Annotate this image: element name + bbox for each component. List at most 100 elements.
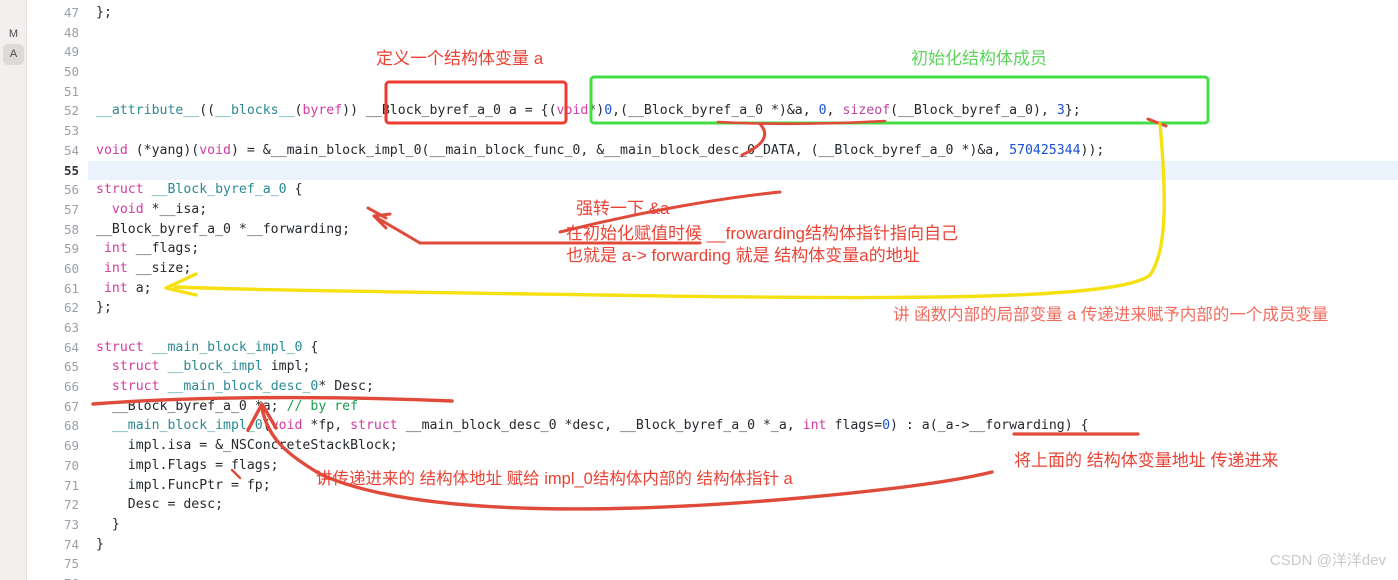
code-line[interactable]: __attribute__((__blocks__(byref)) __Bloc… <box>88 101 1398 121</box>
code-line[interactable] <box>88 82 1398 102</box>
line-number-gutter[interactable]: 47 48 49 50 51 52 53 54 55 56 57 58 59 60 61 62 63 64 65 66… <box>27 0 88 580</box>
line-number[interactable]: 69 <box>27 436 88 456</box>
code-line[interactable]: void *__isa; <box>88 200 1398 220</box>
line-number[interactable]: 61 <box>27 279 88 299</box>
line-number[interactable]: 70 <box>27 456 88 476</box>
code-line[interactable]: __main_block_impl_0(void *fp, struct __m… <box>88 416 1398 436</box>
line-number[interactable]: 48 <box>27 23 88 43</box>
line-number[interactable]: 59 <box>27 239 88 259</box>
code-content[interactable]: }; __attribute__((__blocks__(byref)) __B… <box>88 0 1398 580</box>
code-token: __blocks__ <box>215 103 295 119</box>
line-number[interactable]: 47 <box>27 3 88 23</box>
gutter-marker-a[interactable]: A <box>3 44 24 65</box>
marker-gutter: M A <box>0 0 27 580</box>
line-number[interactable]: 64 <box>27 338 88 358</box>
code-line[interactable] <box>88 42 1398 62</box>
line-number[interactable]: 52 <box>27 101 88 121</box>
screenshot-root: M A 47 48 49 50 51 52 53 54 55 56 57 58 59 60 61 62 63 64… <box>0 0 1398 580</box>
line-number[interactable]: 74 <box>27 535 88 555</box>
line-number[interactable]: 76 <box>27 574 88 580</box>
code-line[interactable]: } <box>88 515 1398 535</box>
code-line[interactable]: struct __block_impl impl; <box>88 357 1398 377</box>
code-token: void <box>270 418 303 434</box>
code-token: { <box>302 339 319 355</box>
line-number[interactable]: 49 <box>27 42 88 62</box>
code-token: }; <box>1064 103 1081 119</box>
code-token: int <box>103 280 128 296</box>
line-number[interactable]: 51 <box>27 82 88 102</box>
code-editor-pane[interactable]: 47 48 49 50 51 52 53 54 55 56 57 58 59 60 61 62 63 64 65 66… <box>27 0 1398 580</box>
line-number[interactable]: 71 <box>27 476 88 496</box>
code-token: __main_block_desc_0 *desc, __Block_byref… <box>397 418 803 434</box>
line-number[interactable]: 62 <box>27 298 88 318</box>
code-line[interactable] <box>88 554 1398 574</box>
code-line[interactable]: int __size; <box>88 259 1398 279</box>
code-token: __main_block_impl_0 <box>151 339 303 355</box>
line-number[interactable]: 67 <box>27 397 88 417</box>
code-line[interactable]: }; <box>88 298 1398 318</box>
code-line[interactable]: }; <box>88 3 1398 23</box>
code-token: flags= <box>826 418 883 434</box>
code-line[interactable] <box>88 121 1398 141</box>
code-line[interactable]: struct __main_block_impl_0 { <box>88 338 1398 358</box>
code-line[interactable] <box>88 574 1398 580</box>
code-token: { <box>286 182 303 198</box>
code-line[interactable]: int a; <box>88 279 1398 299</box>
code-line[interactable]: impl.FuncPtr = fp; <box>88 476 1398 496</box>
gutter-marker-m[interactable]: M <box>3 24 24 45</box>
code-token: impl; <box>262 359 311 375</box>
code-token: 570425344 <box>1009 142 1081 158</box>
code-token: 0 <box>604 103 613 119</box>
line-number[interactable]: 57 <box>27 200 88 220</box>
code-line[interactable]: } <box>88 535 1398 555</box>
code-token: byref <box>302 103 343 119</box>
line-number[interactable]: 60 <box>27 259 88 279</box>
code-line[interactable]: int __flags; <box>88 239 1398 259</box>
code-token: int <box>103 241 128 257</box>
code-line[interactable]: struct __Block_byref_a_0 { <box>88 180 1398 200</box>
code-token: impl.isa = &_NSConcreteStackBlock; <box>96 438 398 454</box>
code-line[interactable]: Desc = desc; <box>88 495 1398 515</box>
code-token: * Desc; <box>318 379 374 395</box>
code-token: struct <box>111 379 160 395</box>
code-token: __main_block_desc_0 <box>167 379 319 395</box>
line-number[interactable]: 68 <box>27 416 88 436</box>
line-number[interactable]: 75 <box>27 554 88 574</box>
code-token: (( <box>199 103 216 119</box>
code-line[interactable] <box>88 62 1398 82</box>
code-line[interactable]: void (*yang)(void) = &__main_block_impl_… <box>88 141 1398 161</box>
line-number[interactable]: 50 <box>27 62 88 82</box>
line-number[interactable]: 53 <box>27 121 88 141</box>
line-number[interactable]: 55 <box>27 161 88 181</box>
code-token: 0 <box>818 103 827 119</box>
line-number[interactable]: 54 <box>27 141 88 161</box>
code-line[interactable]: impl.Flags = flags; <box>88 456 1398 476</box>
code-line[interactable]: __Block_byref_a_0 *a; // by ref <box>88 397 1398 417</box>
code-line[interactable]: struct __main_block_desc_0* Desc; <box>88 377 1398 397</box>
code-token: )); <box>1080 142 1105 158</box>
line-number[interactable]: 56 <box>27 180 88 200</box>
code-line[interactable]: __Block_byref_a_0 *__forwarding; <box>88 220 1398 240</box>
line-number[interactable]: 63 <box>27 318 88 338</box>
code-token: } <box>96 536 104 552</box>
code-token: struct <box>111 359 160 375</box>
line-number[interactable]: 58 <box>27 220 88 240</box>
code-line[interactable] <box>88 160 1398 181</box>
line-number[interactable]: 72 <box>27 495 88 515</box>
code-token: void <box>199 142 231 158</box>
code-token: (__Block_byref_a_0), <box>890 103 1057 119</box>
line-number[interactable]: 66 <box>27 377 88 397</box>
code-line[interactable] <box>88 318 1398 338</box>
code-token: (*yang)( <box>127 142 200 158</box>
line-number[interactable]: 73 <box>27 515 88 535</box>
code-token: ,(__Block_byref_a_0 *)&a, <box>612 103 819 119</box>
code-token: )) __Block_byref_a_0 a = {( <box>342 103 557 119</box>
line-number[interactable]: 65 <box>27 357 88 377</box>
code-line[interactable]: impl.isa = &_NSConcreteStackBlock; <box>88 436 1398 456</box>
code-line[interactable] <box>88 23 1398 43</box>
